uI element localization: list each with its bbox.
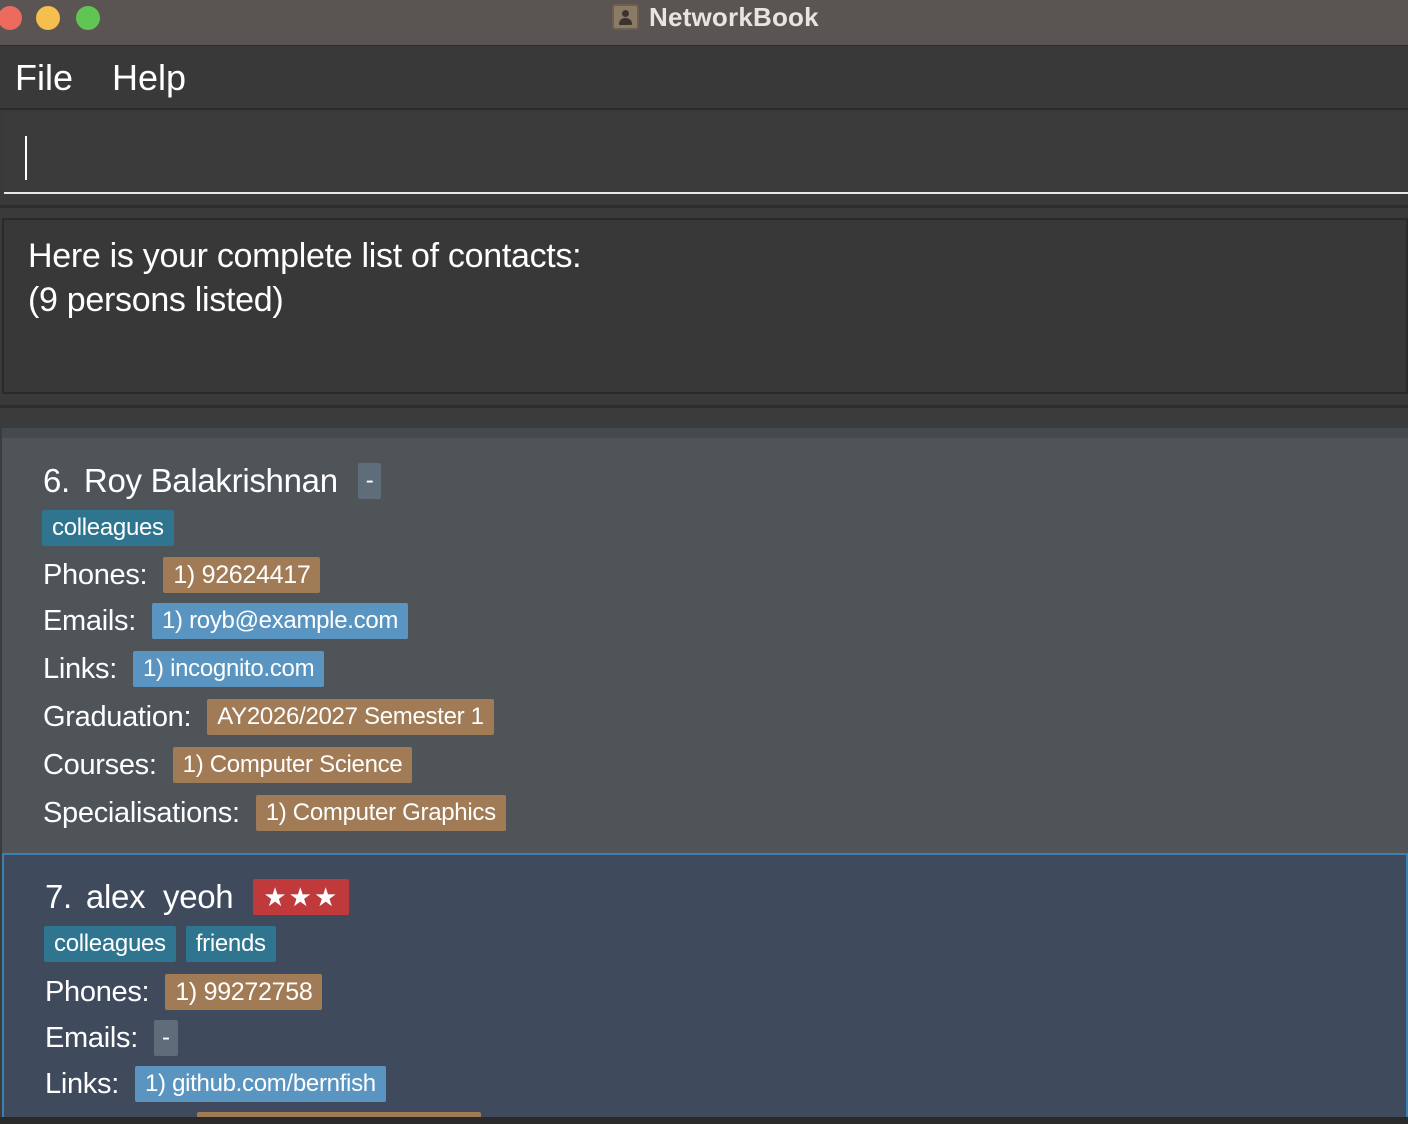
phones-label: Phones: — [43, 558, 148, 591]
specialisation-badge: 1) Computer Graphics — [255, 795, 506, 831]
menu-help[interactable]: Help — [112, 57, 186, 99]
window-title-group: NetworkBook — [612, 1, 819, 32]
window-bottom-edge — [0, 1117, 1408, 1124]
courses-row: Courses: 1) Computer Science — [43, 747, 422, 783]
graduation-label: Graduation: — [43, 700, 192, 733]
tags-row: colleagues — [42, 510, 184, 546]
close-window-button[interactable] — [0, 6, 22, 30]
menu-file[interactable]: File — [15, 57, 73, 99]
course-badge: 1) Computer Science — [172, 747, 413, 783]
email-badge[interactable]: 1) royb@example.com — [151, 603, 409, 639]
person-name: alex yeoh — [85, 878, 234, 915]
result-count: (9 persons listed) — [28, 281, 284, 319]
result-display: Here is your complete list of contacts: … — [2, 218, 1408, 394]
specialisations-label: Specialisations: — [43, 796, 240, 829]
tag-badge: colleagues — [44, 926, 176, 962]
email-empty-badge: - — [153, 1020, 178, 1056]
priority-badge: - — [357, 463, 382, 499]
command-box — [4, 112, 1408, 194]
links-label: Links: — [43, 652, 117, 685]
priority-stars-badge: ★★★ — [253, 879, 350, 915]
links-label: Links: — [45, 1067, 119, 1100]
phone-badge: 1) 92624417 — [163, 557, 321, 593]
person-card[interactable]: 6. Roy Balakrishnan - colleagues Phones:… — [2, 438, 1408, 853]
divider — [0, 205, 1408, 208]
phones-row: Phones: 1) 92624417 — [43, 557, 330, 593]
graduation-badge: AY2026/2027 Semester 1 — [207, 699, 494, 735]
tag-badge: colleagues — [42, 510, 174, 546]
link-badge[interactable]: 1) incognito.com — [132, 651, 325, 687]
minimize-window-button[interactable] — [36, 6, 60, 30]
person-name: Roy Balakrishnan — [83, 462, 338, 499]
person-index: 6. — [43, 462, 70, 499]
phones-row: Phones: 1) 99272758 — [45, 974, 332, 1010]
command-input[interactable] — [4, 112, 1408, 192]
emails-row: Emails: - — [45, 1020, 188, 1056]
title-bar: NetworkBook — [0, 0, 1408, 46]
person-index: 7. — [45, 878, 72, 915]
window-title: NetworkBook — [649, 1, 819, 32]
person-header: 6. Roy Balakrishnan - — [43, 461, 391, 501]
graduation-row: Graduation: AY2026/2027 Semester 1 — [43, 699, 504, 735]
links-row: Links: 1) incognito.com — [43, 651, 334, 687]
links-row: Links: 1) github.com/bernfish — [45, 1066, 396, 1102]
phones-label: Phones: — [45, 975, 150, 1008]
specialisations-row: Specialisations: 1) Computer Graphics — [43, 795, 516, 831]
tag-badge: friends — [185, 926, 276, 962]
list-card-gap — [2, 428, 1408, 438]
courses-label: Courses: — [43, 748, 157, 781]
contact-book-icon — [612, 4, 639, 30]
emails-row: Emails: 1) royb@example.com — [43, 603, 418, 639]
maximize-window-button[interactable] — [76, 6, 100, 30]
text-caret — [25, 136, 27, 180]
emails-label: Emails: — [43, 604, 136, 637]
link-badge[interactable]: 1) github.com/bernfish — [134, 1066, 386, 1102]
tags-row: colleagues friends — [44, 926, 286, 962]
phone-badge: 1) 99272758 — [165, 974, 323, 1010]
person-card-selected[interactable]: 7. alex yeoh ★★★ colleagues friends Phon… — [2, 853, 1408, 1124]
result-message: Here is your complete list of contacts: — [28, 237, 582, 275]
emails-label: Emails: — [45, 1021, 138, 1054]
person-header: 7. alex yeoh ★★★ — [45, 877, 359, 917]
menu-bar: File Help — [0, 47, 1408, 110]
